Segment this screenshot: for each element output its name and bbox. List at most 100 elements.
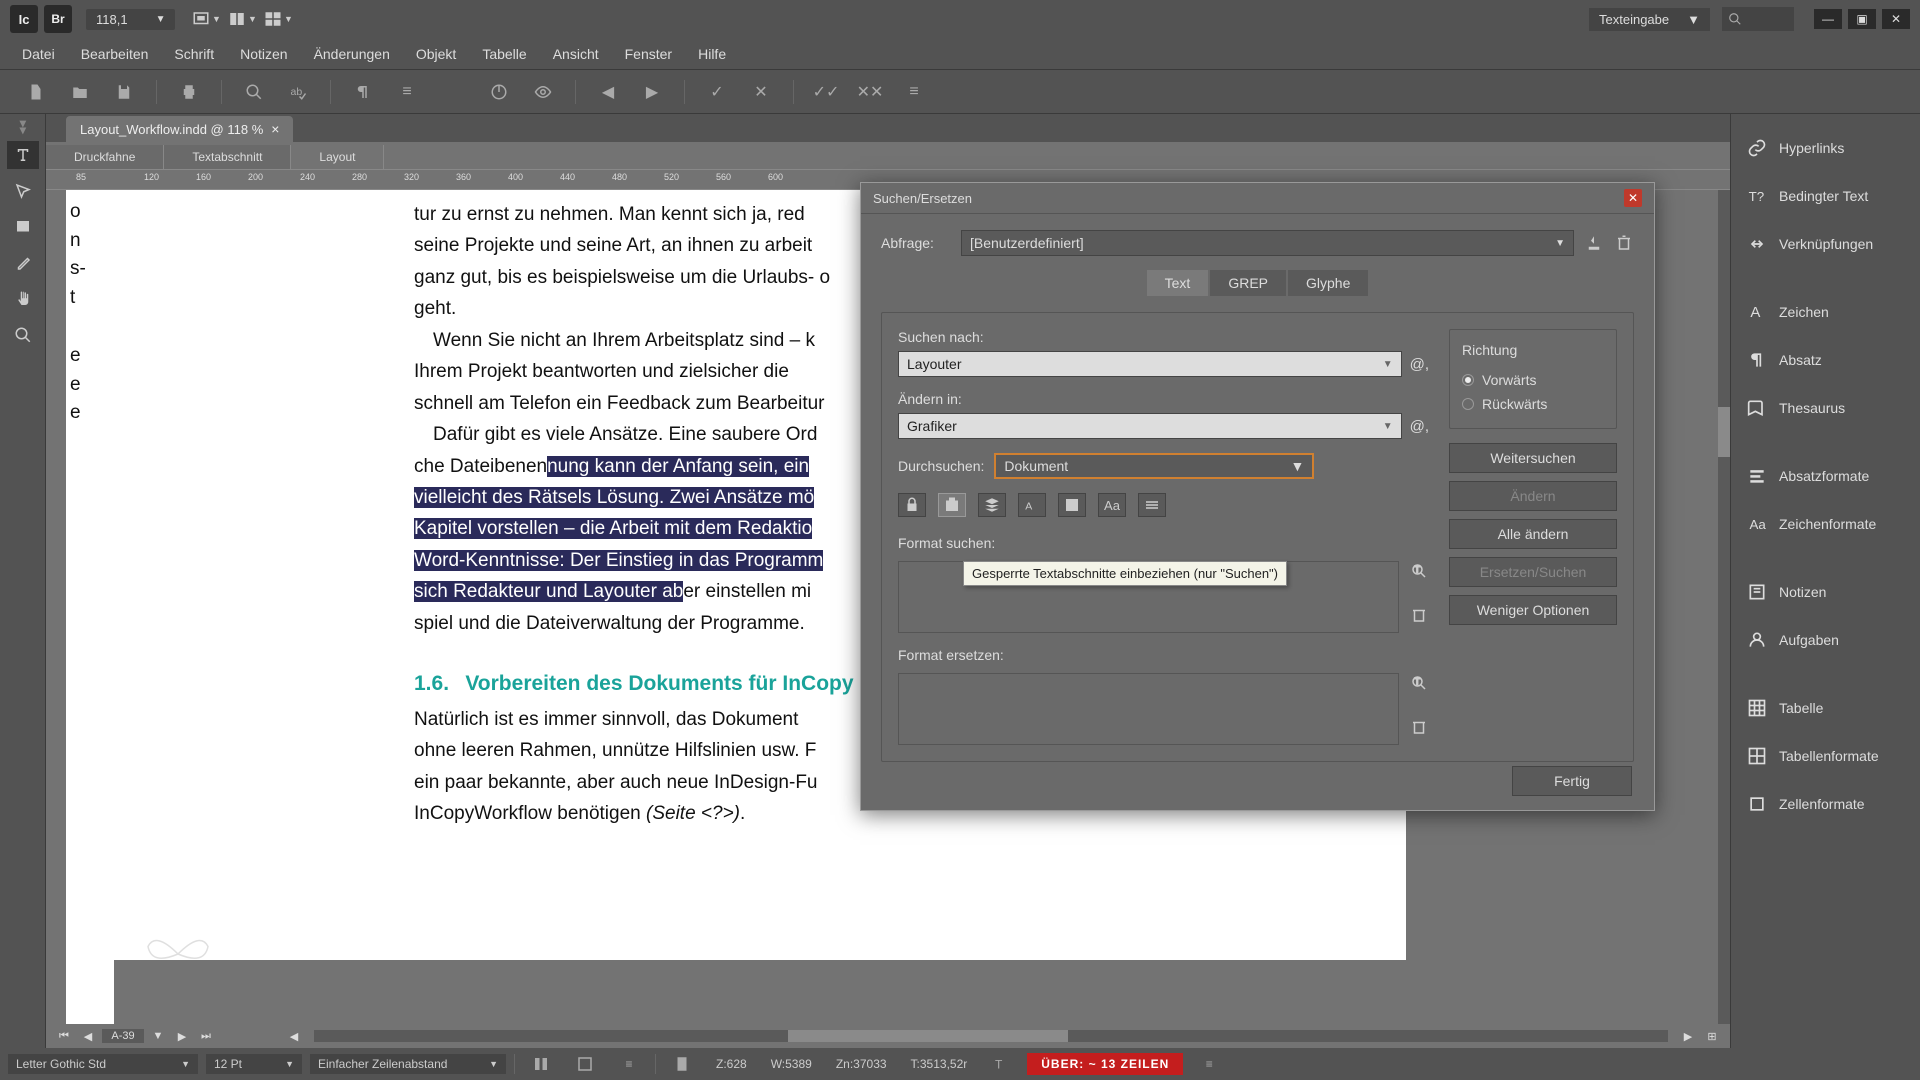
save-icon[interactable] (106, 77, 142, 107)
close-icon[interactable]: ✕ (1624, 189, 1642, 207)
close-icon[interactable]: × (271, 121, 279, 137)
last-page-icon[interactable]: ⏭ (196, 1027, 216, 1045)
locked-layers-icon[interactable] (898, 493, 926, 517)
menu-help[interactable]: Hilfe (686, 40, 738, 68)
panel-character[interactable]: AZeichen (1731, 288, 1920, 336)
workspace-switcher[interactable]: Texteingabe ▼ (1589, 8, 1710, 31)
panel-hyperlinks[interactable]: Hyperlinks (1731, 124, 1920, 172)
view-options-icon[interactable]: ▼ (225, 6, 259, 32)
position-tool-icon[interactable] (7, 177, 39, 205)
panel-table[interactable]: Tabelle (1731, 684, 1920, 732)
special-char-button[interactable]: @, (1410, 418, 1429, 435)
dialog-titlebar[interactable]: Suchen/Ersetzen ✕ (861, 183, 1654, 214)
maximize-button[interactable]: ▣ (1848, 9, 1876, 29)
view-tab-layout[interactable]: Layout (291, 145, 384, 169)
query-select[interactable]: [Benutzerdefiniert]▼ (961, 230, 1574, 256)
info-icon[interactable] (664, 1049, 700, 1079)
bridge-icon[interactable]: Br (44, 5, 72, 33)
search-field[interactable] (1722, 7, 1794, 31)
panel-character-styles[interactable]: AaZeichenformate (1731, 500, 1920, 548)
done-button[interactable]: Fertig (1512, 766, 1632, 796)
reject-all-icon[interactable]: ✕✕ (852, 77, 888, 107)
note-tool-icon[interactable] (7, 213, 39, 241)
prev-icon[interactable]: ◀ (590, 77, 626, 107)
first-page-icon[interactable]: ⏮ (54, 1027, 74, 1045)
clear-format-icon[interactable] (1409, 717, 1429, 737)
save-query-icon[interactable] (1584, 233, 1604, 253)
menu-icon[interactable]: ≡ (1191, 1049, 1227, 1079)
menu-window[interactable]: Fenster (613, 40, 684, 68)
menu-changes[interactable]: Änderungen (302, 40, 402, 68)
tab-glyph[interactable]: Glyphe (1288, 270, 1368, 296)
search-for-input[interactable]: Layouter▼ (898, 351, 1402, 377)
font-name-field[interactable]: Letter Gothic Std▼ (8, 1054, 198, 1074)
accept-icon[interactable]: ✓ (699, 77, 735, 107)
search-scope-select[interactable]: Dokument▼ (994, 453, 1314, 479)
locked-stories-icon[interactable] (938, 493, 966, 517)
next-icon[interactable]: ▶ (634, 77, 670, 107)
spellcheck-icon[interactable]: ab (280, 77, 316, 107)
screen-mode-icon[interactable]: ▼ (189, 6, 223, 32)
panel-notes[interactable]: Notizen (1731, 568, 1920, 616)
panel-cell-styles[interactable]: Zellenformate (1731, 780, 1920, 828)
change-button[interactable]: Ändern (1449, 481, 1617, 511)
zoom-level[interactable]: 118,1 ▼ (86, 9, 175, 30)
panel-conditional-text[interactable]: T?Bedingter Text (1731, 172, 1920, 220)
accept-all-icon[interactable]: ✓✓ (808, 77, 844, 107)
page-number-field[interactable]: A-39 (102, 1029, 144, 1043)
line-spacing-field[interactable]: Einfacher Zeilenabstand▼ (310, 1054, 506, 1074)
hand-tool-icon[interactable] (7, 285, 39, 313)
font-size-field[interactable]: 12 Pt▼ (206, 1054, 302, 1074)
type-tool-icon[interactable] (7, 141, 39, 169)
master-pages-icon[interactable]: A (1018, 493, 1046, 517)
power-icon[interactable] (481, 77, 517, 107)
column-icon[interactable] (523, 1049, 559, 1079)
eye-icon[interactable] (525, 77, 561, 107)
format-replace-box[interactable] (898, 673, 1399, 745)
horizontal-scrollbar[interactable] (314, 1030, 1668, 1042)
menu-file[interactable]: Datei (10, 40, 67, 68)
clear-format-icon[interactable] (1409, 605, 1429, 625)
view-tab-story[interactable]: Textabschnitt (164, 145, 291, 169)
panel-paragraph[interactable]: Absatz (1731, 336, 1920, 384)
find-icon[interactable] (236, 77, 272, 107)
minimize-button[interactable]: — (1814, 9, 1842, 29)
pilcrow-icon[interactable] (345, 77, 381, 107)
scroll-left-icon[interactable]: ◀ (284, 1027, 304, 1045)
document-tab[interactable]: Layout_Workflow.indd @ 118 % × (66, 116, 293, 142)
scroll-right-icon[interactable]: ▶ (1678, 1027, 1698, 1045)
panel-table-styles[interactable]: Tabellenformate (1731, 732, 1920, 780)
special-char-button[interactable]: @, (1410, 356, 1429, 373)
menu-icon[interactable]: ≡ (896, 77, 932, 107)
menu-icon[interactable]: ≡ (611, 1049, 647, 1079)
menu-icon[interactable]: ≡ (389, 77, 425, 107)
panel-links[interactable]: Verknüpfungen (1731, 220, 1920, 268)
split-view-icon[interactable]: ⊞ (1702, 1027, 1722, 1045)
panel-paragraph-styles[interactable]: Absatzformate (1731, 452, 1920, 500)
tab-text[interactable]: Text (1147, 270, 1209, 296)
view-tab-galley[interactable]: Druckfahne (46, 145, 164, 169)
case-sensitive-icon[interactable]: Aa (1098, 493, 1126, 517)
panel-thesaurus[interactable]: Thesaurus (1731, 384, 1920, 432)
arrange-icon[interactable]: ▼ (261, 6, 295, 32)
footnotes-icon[interactable] (1058, 493, 1086, 517)
menu-view[interactable]: Ansicht (541, 40, 611, 68)
text-measure-icon[interactable]: T (983, 1049, 1019, 1079)
vertical-scrollbar[interactable] (1718, 190, 1730, 1024)
menu-table[interactable]: Tabelle (470, 40, 538, 68)
specify-format-icon[interactable]: T (1409, 561, 1429, 581)
eyedropper-tool-icon[interactable] (7, 249, 39, 277)
change-to-input[interactable]: Grafiker▼ (898, 413, 1402, 439)
panel-assignments[interactable]: Aufgaben (1731, 616, 1920, 664)
open-icon[interactable] (62, 77, 98, 107)
close-button[interactable]: ✕ (1882, 9, 1910, 29)
menu-object[interactable]: Objekt (404, 40, 468, 68)
page-dropdown-icon[interactable]: ▼ (148, 1027, 168, 1045)
radio-forward[interactable]: Vorwärts (1462, 368, 1604, 392)
menu-edit[interactable]: Bearbeiten (69, 40, 161, 68)
print-icon[interactable] (171, 77, 207, 107)
find-next-button[interactable]: Weitersuchen (1449, 443, 1617, 473)
change-find-button[interactable]: Ersetzen/Suchen (1449, 557, 1617, 587)
menu-notes[interactable]: Notizen (228, 40, 299, 68)
zoom-tool-icon[interactable] (7, 321, 39, 349)
